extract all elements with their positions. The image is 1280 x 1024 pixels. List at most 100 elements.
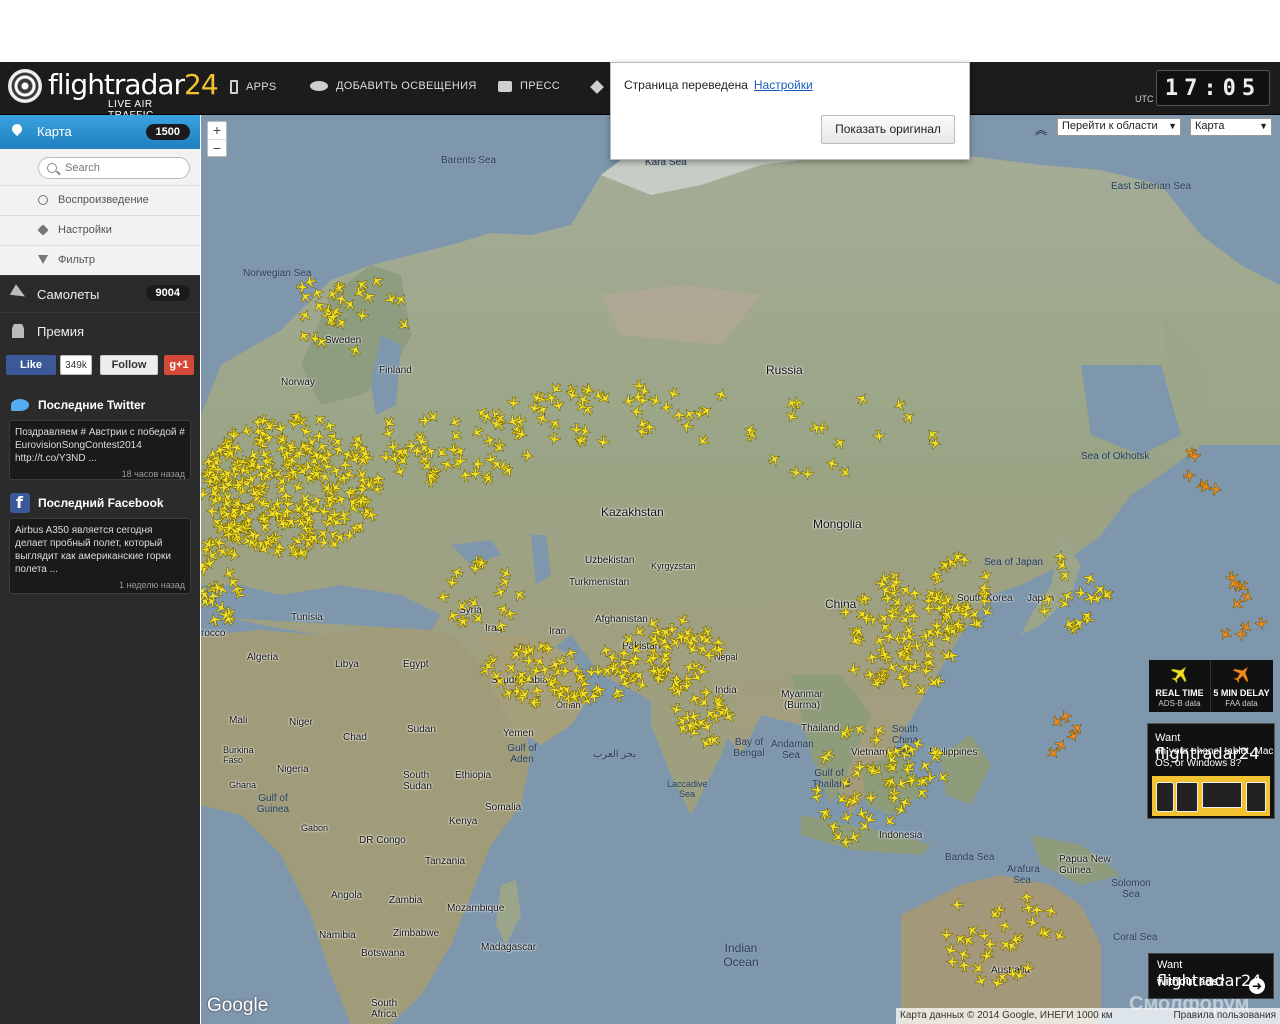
aircraft-marker[interactable] [311,411,328,428]
aircraft-marker[interactable] [316,536,331,549]
aircraft-marker[interactable] [826,819,841,834]
aircraft-marker[interactable] [290,479,306,495]
aircraft-marker[interactable] [530,684,544,698]
aircraft-marker[interactable] [950,898,964,911]
aircraft-marker[interactable] [825,456,839,471]
aircraft-marker[interactable] [810,783,825,797]
aircraft-marker[interactable] [470,610,487,627]
aircraft-marker[interactable] [997,918,1012,933]
terms-link[interactable]: Правила пользования [1173,1010,1276,1021]
aircraft-marker[interactable] [945,955,959,969]
sidebar-item-premium[interactable]: Премия [0,312,200,349]
aircraft-marker[interactable] [622,394,637,409]
translate-settings-link[interactable]: Настройки [754,78,813,92]
aircraft-marker[interactable] [498,565,514,581]
aircraft-marker[interactable] [680,419,695,434]
aircraft-marker[interactable] [527,696,541,709]
aircraft-marker[interactable] [629,405,644,419]
aircraft-marker[interactable] [766,451,782,467]
aircraft-marker[interactable] [943,942,958,957]
aircraft-marker[interactable] [1056,567,1073,584]
aircraft-marker[interactable] [381,414,398,431]
mobile-app-ad[interactable]: Want flightradar24 on your phone, tablet… [1147,723,1275,819]
aircraft-marker[interactable] [978,569,994,585]
aircraft-marker[interactable] [1074,586,1088,600]
aircraft-marker[interactable] [493,585,508,600]
aircraft-marker[interactable] [917,757,934,774]
aircraft-marker[interactable] [573,433,588,448]
aircraft-marker[interactable] [205,505,219,518]
aircraft-marker[interactable] [897,795,912,810]
aircraft-marker[interactable] [897,582,914,599]
aircraft-marker[interactable] [1058,709,1073,724]
aircraft-marker[interactable] [907,609,920,623]
sidebar-item-aircraft[interactable]: Самолеты 9004 [0,275,200,312]
aircraft-marker[interactable] [1030,903,1044,917]
aircraft-marker[interactable] [534,411,550,427]
aircraft-marker[interactable] [477,662,494,679]
aircraft-marker[interactable] [447,414,463,430]
aircraft-marker[interactable] [675,612,691,628]
aircraft-marker[interactable] [551,398,566,413]
aircraft-marker[interactable] [465,595,482,612]
facebook-post[interactable]: Airbus A350 является сегодня делает проб… [9,518,191,594]
aircraft-marker[interactable] [396,316,413,333]
aircraft-marker[interactable] [1038,604,1051,618]
aircraft-marker[interactable] [596,435,610,449]
show-original-button[interactable]: Показать оригинал [821,115,955,144]
sidebar-item-settings[interactable]: Настройки [0,215,200,245]
aircraft-marker[interactable] [1217,626,1234,643]
aircraft-marker[interactable] [521,449,535,463]
sidebar-item-playback[interactable]: Воспроизведение [0,185,200,215]
aircraft-marker[interactable] [659,400,674,415]
aircraft-marker[interactable] [1040,592,1055,607]
aircraft-marker[interactable] [310,285,326,301]
logo[interactable]: flightradar24 LIVE AIR TRAFFIC [8,66,219,121]
aircraft-marker[interactable] [872,633,888,649]
nav-apps[interactable]: APPS [230,80,277,94]
aircraft-marker[interactable] [1229,596,1246,613]
aircraft-marker[interactable] [469,424,485,440]
aircraft-marker[interactable] [672,408,686,422]
aircraft-marker[interactable] [865,651,879,665]
aircraft-marker[interactable] [1254,616,1268,631]
aircraft-marker[interactable] [1044,904,1058,918]
sidebar-item-filter[interactable]: Фильтр [0,245,200,275]
aircraft-marker[interactable] [784,408,800,424]
nav-more[interactable] [590,80,604,94]
aircraft-marker[interactable] [274,421,289,436]
aircraft-marker[interactable] [507,396,520,410]
aircraft-marker[interactable] [565,387,580,402]
aircraft-marker[interactable] [977,929,991,943]
aircraft-marker[interactable] [448,427,465,444]
search-box[interactable] [38,157,190,179]
zoom-in-button[interactable]: + [208,122,226,140]
aircraft-marker[interactable] [450,455,466,471]
aircraft-marker[interactable] [881,813,898,830]
aircraft-marker[interactable] [983,937,997,951]
aircraft-marker[interactable] [893,802,909,818]
aircraft-marker[interactable] [872,429,886,443]
aircraft-marker[interactable] [494,618,509,633]
aircraft-marker[interactable] [831,435,848,452]
aircraft-marker[interactable] [847,663,861,677]
aircraft-marker[interactable] [381,426,396,441]
aircraft-marker[interactable] [425,408,442,425]
aircraft-marker[interactable] [681,406,698,423]
aircraft-marker[interactable] [383,291,399,307]
aircraft-marker[interactable] [901,409,918,426]
aircraft-marker[interactable] [894,776,910,792]
aircraft-marker[interactable] [617,646,631,661]
aircraft-marker[interactable] [934,769,951,786]
aircraft-marker[interactable] [563,646,578,661]
aircraft-marker[interactable] [801,467,815,481]
aircraft-marker[interactable] [973,973,989,989]
aircraft-marker[interactable] [322,419,337,434]
aircraft-marker[interactable] [511,587,528,604]
aircraft-marker[interactable] [1051,927,1067,943]
region-select[interactable]: Перейти к области [1057,118,1181,136]
search-input[interactable] [63,161,187,175]
aircraft-marker[interactable] [869,733,884,747]
maptype-select[interactable]: Карта [1190,118,1272,136]
arrow-right-icon[interactable]: ➜ [1249,978,1265,994]
